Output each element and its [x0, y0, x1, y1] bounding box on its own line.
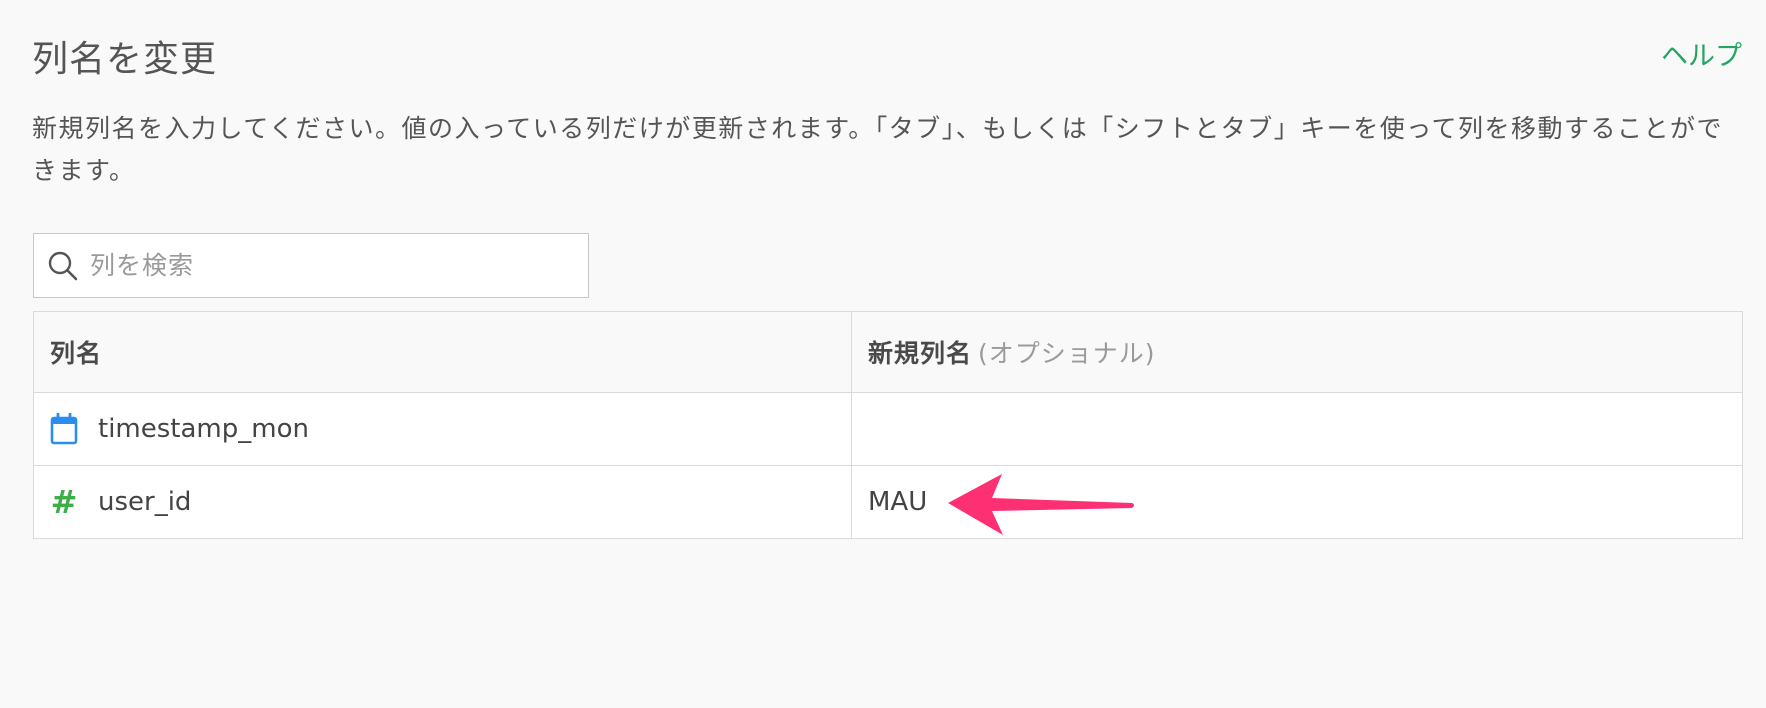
column-name-text: user_id	[98, 487, 192, 517]
header-column-name: 列名	[33, 311, 852, 393]
header-column-name-label: 列名	[50, 339, 103, 368]
header-new-column-name-label: 新規列名	[868, 339, 973, 368]
column-name-cell: # user_id	[33, 465, 852, 539]
search-box[interactable]	[33, 233, 589, 298]
new-name-input[interactable]	[868, 409, 1726, 449]
dialog-title: 列名を変更	[32, 39, 218, 80]
table-row: timestamp_mon	[33, 392, 1743, 466]
dialog-description: 新規列名を入力してください。値の入っている列だけが更新されます。「タブ」、もしく…	[32, 114, 1724, 185]
search-input[interactable]	[90, 245, 570, 286]
new-name-input[interactable]	[868, 482, 1726, 522]
rename-columns-dialog: 列名を変更 ヘルプ 新規列名を入力してください。値の入っている列だけが更新されま…	[0, 0, 1766, 708]
hash-icon: #	[50, 483, 78, 521]
header-new-column-name: 新規列名 (オプショナル)	[851, 311, 1743, 393]
columns-table: 列名 新規列名 (オプショナル) timestamp_mon # user_id…	[33, 311, 1743, 539]
column-name-text: timestamp_mon	[98, 414, 309, 444]
table-row: # user_id	[33, 465, 1743, 539]
new-name-cell[interactable]	[851, 465, 1743, 539]
optional-note: (オプショナル)	[978, 339, 1156, 368]
calendar-icon	[50, 412, 78, 445]
search-icon	[46, 249, 80, 283]
new-name-cell[interactable]	[851, 392, 1743, 466]
column-name-cell: timestamp_mon	[33, 392, 852, 466]
table-header-row: 列名 新規列名 (オプショナル)	[33, 311, 1743, 393]
help-link[interactable]: ヘルプ	[1661, 34, 1742, 73]
